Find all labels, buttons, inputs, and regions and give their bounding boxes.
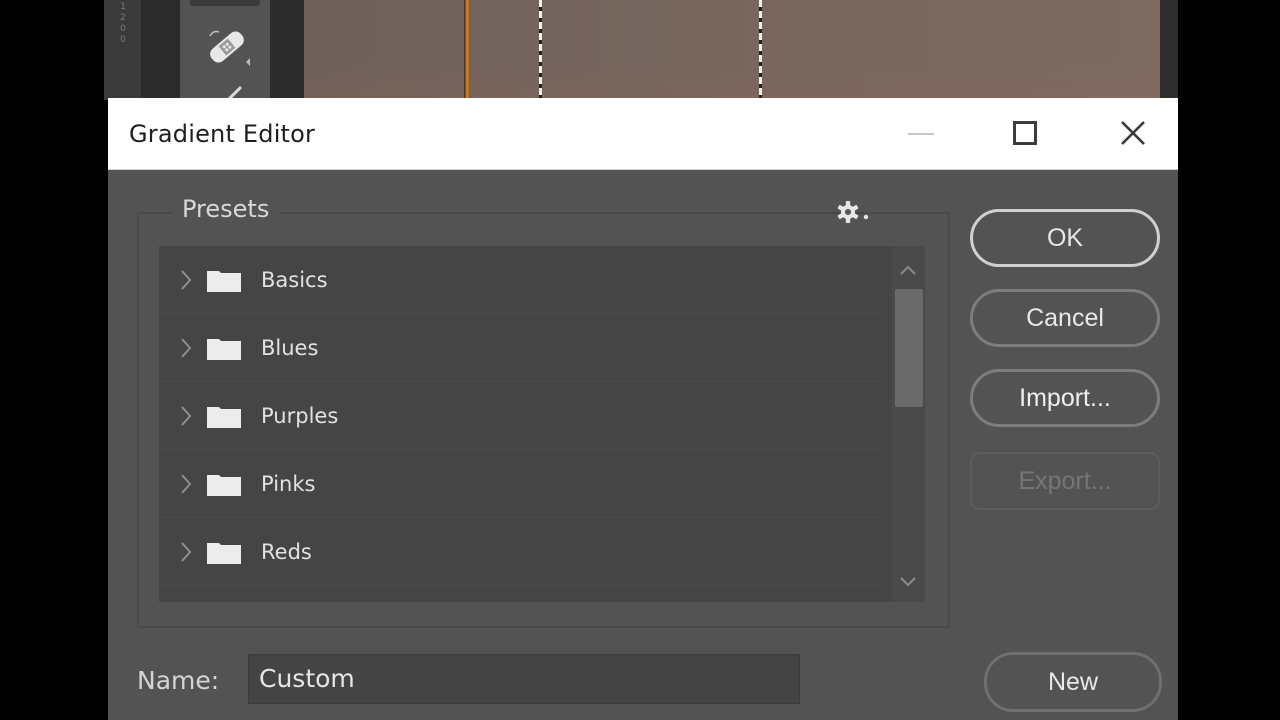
preset-folder-label: Purples <box>261 404 339 428</box>
gradient-stop-line <box>464 0 470 100</box>
dialog-title: Gradient Editor <box>129 120 316 148</box>
preset-folder-purples[interactable]: Purples <box>159 382 885 450</box>
folder-icon <box>207 475 241 496</box>
minimize-button[interactable] <box>876 98 966 168</box>
healing-brush-icon[interactable] <box>202 22 252 72</box>
name-label: Name: <box>137 666 220 695</box>
image-canvas[interactable] <box>304 0 1160 100</box>
preset-folder-pinks[interactable]: Pinks <box>159 450 885 518</box>
scrollbar-thumb[interactable] <box>895 289 923 407</box>
folder-icon <box>207 543 241 564</box>
maximize-button[interactable] <box>980 98 1070 168</box>
import-button[interactable]: Import... <box>970 369 1160 427</box>
close-icon <box>1121 121 1145 145</box>
cancel-button[interactable]: Cancel <box>970 289 1160 347</box>
gradient-editor-dialog: Gradient Editor Presets Basics Blues Pur… <box>108 98 1178 720</box>
export-button: Export... <box>970 452 1160 510</box>
scroll-up-icon[interactable] <box>898 262 918 278</box>
chevron-right-icon[interactable] <box>179 539 193 565</box>
new-button[interactable]: New <box>984 652 1162 712</box>
ruler-label: 1200 <box>120 2 126 45</box>
photoshop-workspace: 1200 <box>104 0 1178 100</box>
preset-folder-basics[interactable]: Basics <box>159 246 885 314</box>
presets-scrollbar[interactable] <box>892 246 925 602</box>
preset-folder-label: Reds <box>261 540 312 564</box>
preset-folder-label: Basics <box>261 268 328 292</box>
selection-guide <box>539 0 542 100</box>
chevron-right-icon[interactable] <box>179 471 193 497</box>
tools-panel <box>180 0 270 100</box>
minimize-icon <box>908 133 934 135</box>
presets-label: Presets <box>172 195 280 223</box>
chevron-right-icon[interactable] <box>179 267 193 293</box>
tool-slot[interactable] <box>190 0 260 6</box>
close-button[interactable] <box>1088 98 1178 168</box>
chevron-right-icon[interactable] <box>179 335 193 361</box>
title-bar[interactable]: Gradient Editor <box>108 98 1178 170</box>
scroll-down-icon[interactable] <box>898 574 918 590</box>
ok-button[interactable]: OK <box>970 209 1160 267</box>
chevron-right-icon[interactable] <box>179 403 193 429</box>
maximize-icon <box>1013 121 1037 145</box>
selection-guide <box>759 0 762 100</box>
gear-icon[interactable] <box>836 200 876 224</box>
folder-icon <box>207 407 241 428</box>
preset-folder-blues[interactable]: Blues <box>159 314 885 382</box>
vertical-ruler: 1200 <box>104 0 142 100</box>
preset-folder-label: Pinks <box>261 472 316 496</box>
presets-list: Basics Blues Purples Pinks Reds <box>159 246 925 602</box>
preset-folder-label: Blues <box>261 336 319 360</box>
folder-icon <box>207 271 241 292</box>
preset-folder-reds[interactable]: Reds <box>159 518 885 586</box>
name-input[interactable]: Custom <box>248 654 800 704</box>
panel-edge <box>1160 0 1178 100</box>
folder-icon <box>207 339 241 360</box>
